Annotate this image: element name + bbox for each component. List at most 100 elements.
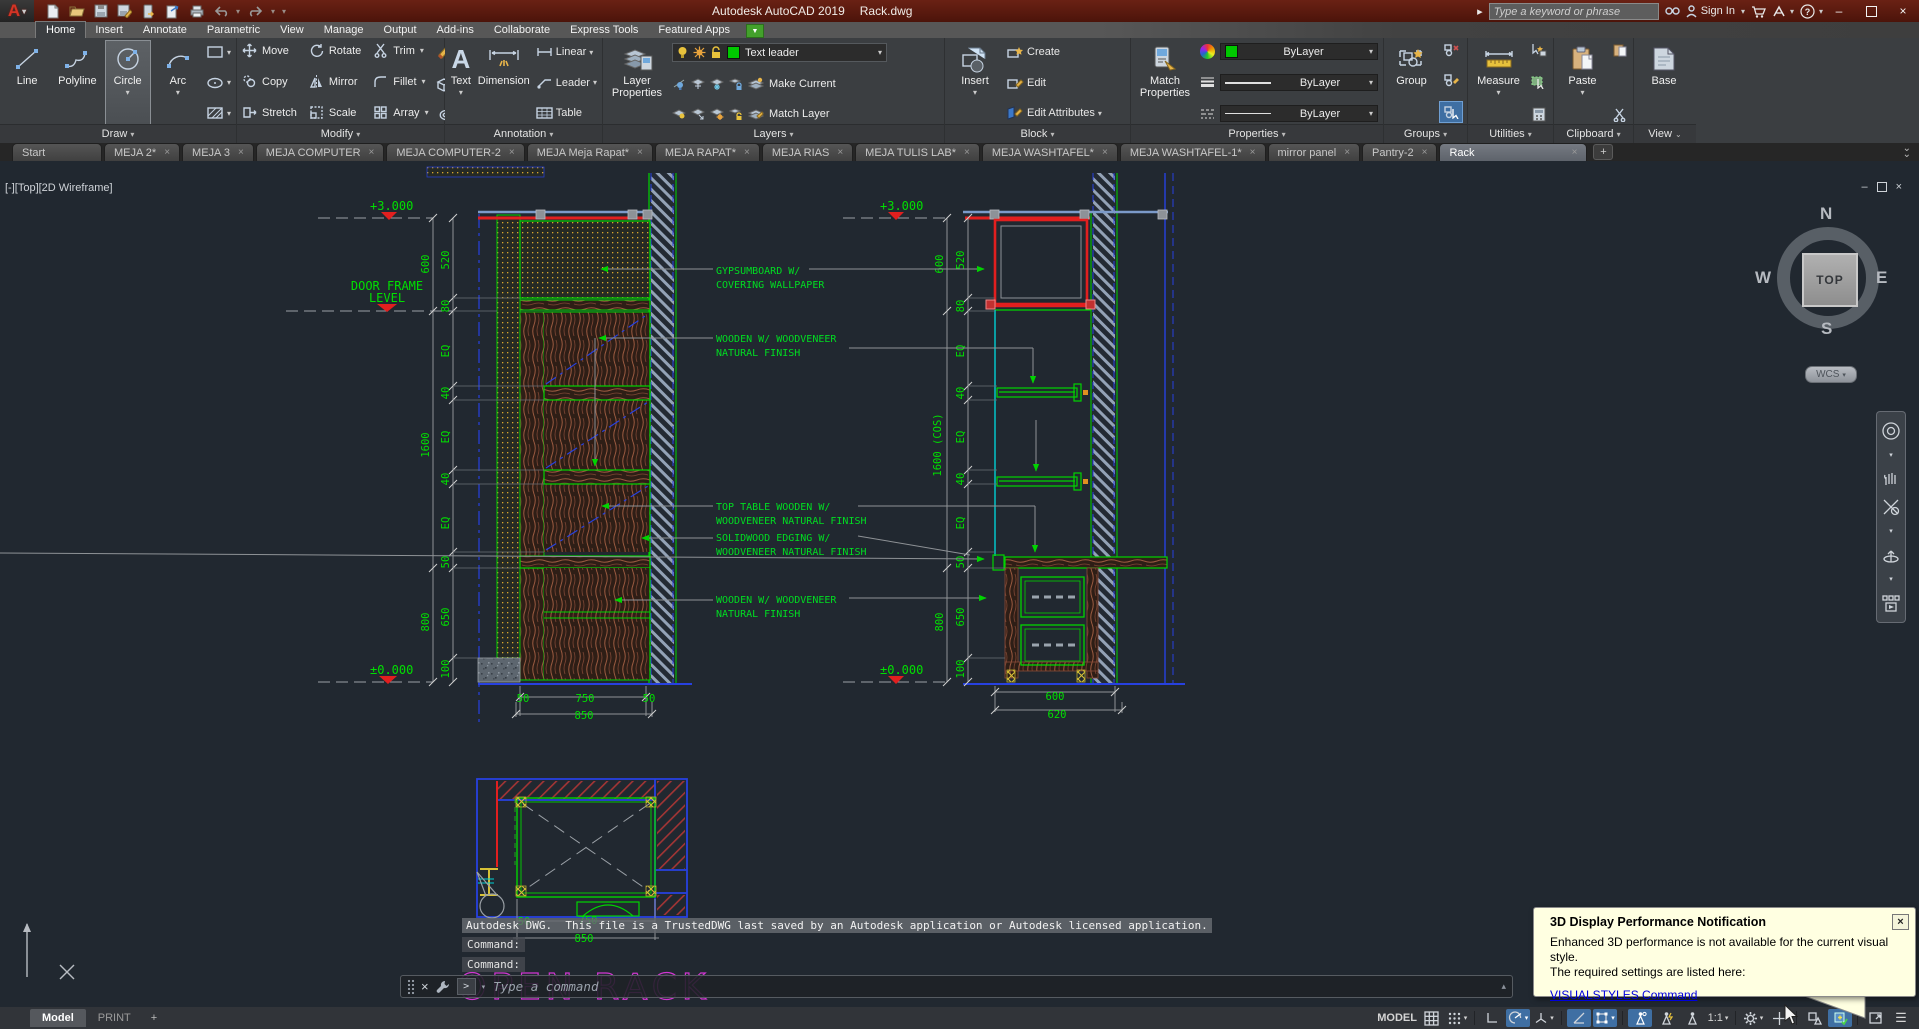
- insert-button[interactable]: Insert ▾: [950, 41, 1000, 124]
- panel-label-draw[interactable]: Draw ▾: [0, 124, 236, 143]
- file-tab-start[interactable]: Start: [12, 143, 102, 161]
- maximize-button[interactable]: [1855, 0, 1887, 22]
- annotation-texts[interactable]: GYPSUMBOARD W/ COVERING WALLPAPER WOODEN…: [716, 266, 867, 620]
- stretch-button[interactable]: Stretch: [242, 105, 297, 120]
- panel-label-annotation[interactable]: Annotation ▾: [445, 124, 602, 143]
- tab-view[interactable]: View: [270, 22, 314, 38]
- group-selection-toggle[interactable]: [1439, 101, 1463, 123]
- copy-clip-icon[interactable]: [1612, 43, 1628, 57]
- match-properties-button[interactable]: Match Properties: [1136, 41, 1194, 124]
- rectangle-tool-icon[interactable]: [206, 45, 224, 59]
- tab-close-icon[interactable]: ×: [837, 147, 843, 158]
- tab-output[interactable]: Output: [374, 22, 427, 38]
- mirror-button[interactable]: Mirror: [309, 74, 361, 89]
- make-current-label[interactable]: Make Current: [769, 78, 836, 90]
- tab-close-icon[interactable]: ×: [744, 147, 750, 158]
- ribbon-display-toggle[interactable]: ▼: [745, 24, 764, 38]
- file-tab[interactable]: MEJA WASHTAFEL* ×: [981, 143, 1118, 161]
- file-tab[interactable]: MEJA RAPAT* ×: [654, 143, 760, 161]
- file-tab[interactable]: MEJA WASHTAFEL-1* ×: [1119, 143, 1266, 161]
- tab-collaborate[interactable]: Collaborate: [484, 22, 560, 38]
- layer-dropdown[interactable]: Text leader ▾: [672, 43, 887, 62]
- pan-icon[interactable]: [1881, 469, 1901, 487]
- command-input[interactable]: [491, 978, 1496, 995]
- panel-label-utilities[interactable]: Utilities ▾: [1468, 124, 1553, 143]
- snap-toggle[interactable]: ▾: [1445, 1009, 1469, 1027]
- leader-icon[interactable]: [536, 77, 553, 89]
- tab-close-icon[interactable]: ×: [1250, 147, 1256, 158]
- tab-manage[interactable]: Manage: [314, 22, 374, 38]
- layer-freeze-icon[interactable]: [693, 46, 706, 59]
- search-icon[interactable]: [1665, 5, 1680, 17]
- polar-tracking-toggle[interactable]: ▾: [1506, 1009, 1530, 1027]
- grid-toggle[interactable]: [1419, 1009, 1443, 1027]
- layer-isolate-icon[interactable]: [691, 77, 705, 90]
- circle-button[interactable]: Circle ▾: [104, 40, 151, 125]
- app-store-icon[interactable]: [1751, 5, 1766, 18]
- redo-button[interactable]: [247, 3, 264, 19]
- new-layout-button[interactable]: +: [143, 1009, 165, 1027]
- quick-select-icon[interactable]: [1530, 43, 1548, 57]
- annotation-scale-value[interactable]: 1:1 ▾: [1706, 1009, 1730, 1027]
- file-tab[interactable]: MEJA TULIS LAB* ×: [855, 143, 980, 161]
- showmotion-icon[interactable]: [1881, 593, 1901, 613]
- drawing-close-button[interactable]: ×: [1896, 181, 1902, 193]
- new-file-button[interactable]: [44, 3, 61, 19]
- color-wheel-icon[interactable]: [1200, 44, 1215, 59]
- tab-close-icon[interactable]: ×: [637, 147, 643, 158]
- file-tab[interactable]: MEJA 3 ×: [182, 143, 254, 161]
- viewport-controls-label[interactable]: [-][Top][2D Wireframe]: [5, 182, 113, 194]
- layer-lock-icon[interactable]: [711, 46, 722, 59]
- plot-button[interactable]: [188, 3, 205, 19]
- tab-insert[interactable]: Insert: [85, 22, 133, 38]
- share-button[interactable]: [164, 3, 181, 19]
- new-drawing-tab-button[interactable]: +: [1593, 144, 1614, 160]
- viewcube-west[interactable]: W: [1755, 268, 1771, 288]
- save-as-button[interactable]: [116, 3, 133, 19]
- panel-label-clipboard[interactable]: Clipboard ▾: [1554, 124, 1633, 143]
- customization-menu-icon[interactable]: ☰: [1889, 1009, 1913, 1027]
- tab-close-icon[interactable]: ×: [369, 147, 375, 158]
- orbit-icon[interactable]: [1881, 545, 1901, 565]
- panel-label-view[interactable]: View ⌄: [1634, 124, 1696, 143]
- command-close-icon[interactable]: ×: [421, 979, 429, 994]
- select-similar-icon[interactable]: [1530, 75, 1548, 89]
- redo-dropdown-icon[interactable]: ▾: [271, 7, 275, 16]
- move-button[interactable]: Move: [242, 43, 297, 58]
- line-button[interactable]: Line: [5, 41, 49, 124]
- layer-vpfreeze-icon[interactable]: [710, 107, 724, 120]
- layer-properties-button[interactable]: Layer Properties: [608, 41, 666, 124]
- trim-button[interactable]: Trim ▾: [373, 43, 428, 58]
- layer-lock-button-icon[interactable]: [729, 77, 743, 90]
- cad-drawing[interactable]: +3.000 DOOR FRAME LEVEL ±0.000 600 1600 …: [0, 161, 1919, 1007]
- array-button[interactable]: Array ▾: [373, 105, 429, 120]
- layer-on-icon[interactable]: [677, 46, 688, 59]
- paste-button[interactable]: Paste ▾: [1559, 41, 1606, 124]
- tab-home[interactable]: Home: [34, 21, 87, 39]
- viewcube-top-face[interactable]: TOP: [1802, 253, 1858, 307]
- notification-close-button[interactable]: ×: [1892, 914, 1909, 930]
- transfer-button[interactable]: [140, 3, 157, 19]
- command-up-icon[interactable]: ▴: [1501, 981, 1506, 992]
- model-space-viewport[interactable]: +3.000 DOOR FRAME LEVEL ±0.000 600 1600 …: [0, 161, 1919, 1007]
- layer-freeze-button-icon[interactable]: [710, 77, 724, 90]
- rotate-button[interactable]: Rotate: [309, 43, 361, 58]
- match-layer-icon[interactable]: [748, 107, 764, 120]
- open-file-button[interactable]: [68, 3, 85, 19]
- lineweight-icon[interactable]: [1200, 76, 1215, 90]
- wheel-dropdown-icon[interactable]: ▾: [1889, 451, 1893, 459]
- create-block-icon[interactable]: [1006, 45, 1024, 59]
- command-line[interactable]: × > ▾ ▴: [400, 975, 1513, 998]
- copy-button[interactable]: Copy: [242, 74, 297, 89]
- qat-customize-icon[interactable]: ▾: [282, 7, 286, 16]
- help-icon[interactable]: ? ▾: [1800, 3, 1823, 19]
- search-box[interactable]: [1488, 2, 1659, 20]
- match-layer-label[interactable]: Match Layer: [769, 108, 830, 120]
- group-button[interactable]: Group: [1389, 41, 1434, 124]
- drawing-restore-button[interactable]: [1876, 182, 1887, 192]
- isometric-drafting-toggle[interactable]: ▾: [1532, 1009, 1556, 1027]
- tab-close-icon[interactable]: ×: [164, 147, 170, 158]
- linetype-dropdown[interactable]: ByLayer ▾: [1220, 105, 1378, 122]
- tab-add-ins[interactable]: Add-ins: [427, 22, 484, 38]
- scale-button[interactable]: Scale: [309, 105, 361, 120]
